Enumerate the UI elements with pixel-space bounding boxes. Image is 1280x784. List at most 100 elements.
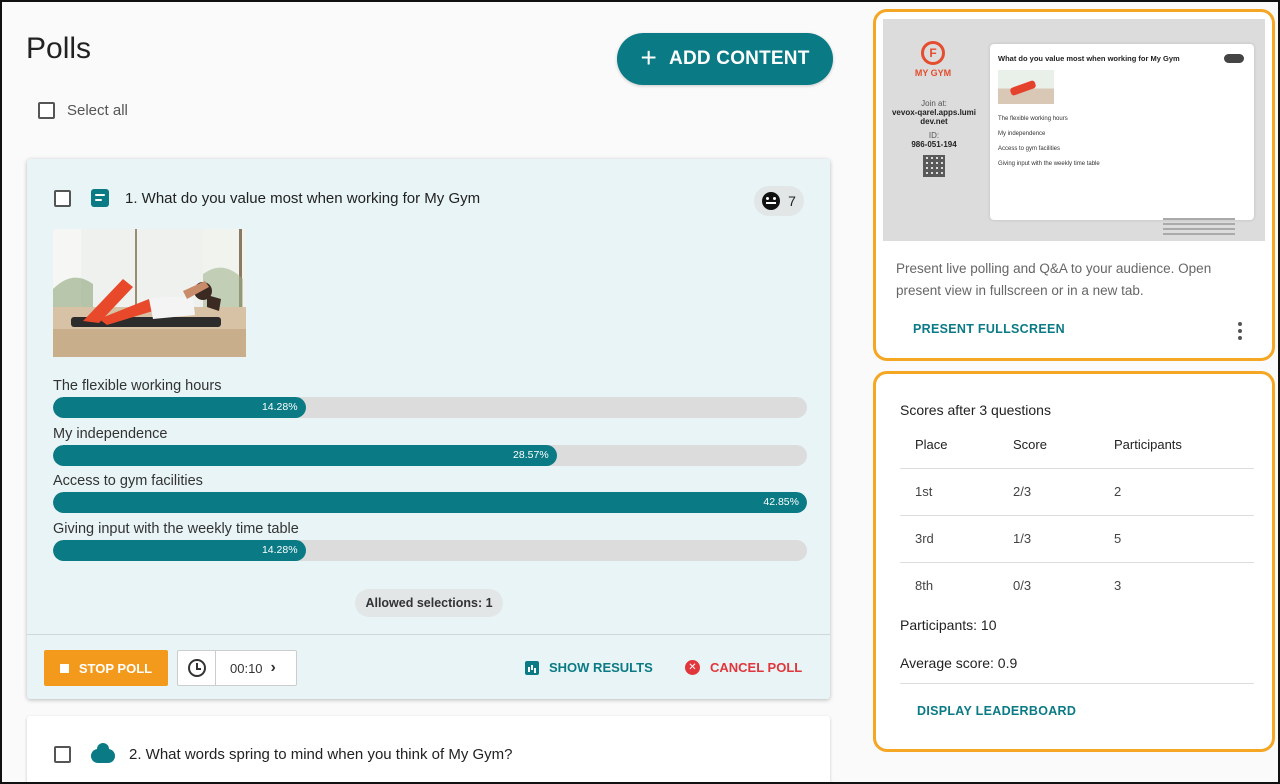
cancel-poll-label: CANCEL POLL bbox=[710, 660, 803, 675]
response-count: 7 bbox=[788, 193, 796, 209]
table-row: 3rd 1/3 5 bbox=[900, 515, 1254, 563]
poll-footer: STOP POLL 00:10 › SHOW RESULTS ✕ CANCEL … bbox=[27, 634, 830, 699]
poll-checkbox[interactable] bbox=[54, 745, 71, 763]
poll-title[interactable]: 2. What words spring to mind when you th… bbox=[129, 746, 513, 763]
participants-cell: 3 bbox=[1114, 578, 1122, 594]
stop-poll-button[interactable]: STOP POLL bbox=[44, 650, 168, 686]
divider bbox=[900, 683, 1254, 684]
scores-table: Place Score Participants 1st 2/3 2 3rd 1… bbox=[900, 422, 1254, 609]
chevron-right-icon: › bbox=[270, 659, 276, 676]
scores-title: Scores after 3 questions bbox=[900, 402, 1051, 418]
poll-header: 1. What do you value most when working f… bbox=[54, 189, 480, 207]
show-results-label: SHOW RESULTS bbox=[549, 660, 653, 675]
present-fullscreen-button[interactable]: PRESENT FULLSCREEN bbox=[913, 322, 1065, 336]
poll-image bbox=[53, 229, 246, 357]
bar-chart-icon bbox=[525, 660, 539, 675]
poll-option-3: Access to gym facilities 42.85% bbox=[53, 473, 807, 513]
participants-total: Participants: 10 bbox=[900, 617, 997, 633]
table-row: 1st 2/3 2 bbox=[900, 468, 1254, 516]
option-percent: 14.28% bbox=[261, 544, 298, 556]
column-header: Participants bbox=[1099, 422, 1254, 469]
poll-card-2: 2. What words spring to mind when you th… bbox=[27, 716, 830, 782]
present-card: F MY GYM Join at: vevox-qarel.apps.lumid… bbox=[873, 9, 1275, 361]
more-options-icon[interactable] bbox=[1238, 322, 1242, 340]
logo-text: MY GYM bbox=[914, 68, 952, 78]
poll-timer[interactable]: 00:10 › bbox=[177, 650, 297, 686]
option-percent: 28.57% bbox=[513, 449, 549, 461]
select-all[interactable]: Select all bbox=[38, 102, 128, 119]
response-count-badge: 7 bbox=[754, 186, 804, 216]
option-bar: 14.28% bbox=[53, 540, 807, 561]
score-cell: 1/3 bbox=[998, 515, 1099, 563]
slide-title: What do you value most when working for … bbox=[998, 54, 1180, 63]
average-score: Average score: 0.9 bbox=[900, 655, 1018, 671]
present-description: Present live polling and Q&A to your aud… bbox=[896, 261, 1212, 298]
cancel-poll-button[interactable]: ✕ CANCEL POLL bbox=[685, 660, 802, 675]
participant-icon bbox=[762, 192, 781, 210]
add-content-label: ADD CONTENT bbox=[669, 48, 810, 69]
option-bar-fill: 14.28% bbox=[53, 540, 306, 561]
option-label: Access to gym facilities bbox=[53, 473, 203, 489]
slide-option: Access to gym facilities bbox=[998, 146, 1061, 152]
poll-option-1: The flexible working hours 14.28% bbox=[53, 378, 807, 418]
page-title: Polls bbox=[26, 32, 92, 65]
qr-code-icon bbox=[923, 154, 945, 177]
app-frame: Polls + ADD CONTENT Select all 1. What d… bbox=[0, 0, 1280, 784]
option-percent: 14.28% bbox=[261, 401, 298, 413]
kettlebell-icon: F bbox=[921, 41, 945, 65]
timer-clock-button[interactable] bbox=[178, 651, 216, 685]
scores-card: Scores after 3 questions Place Score Par… bbox=[873, 371, 1275, 752]
table-row: 8th 0/3 3 bbox=[900, 562, 1254, 609]
join-label: Join at: bbox=[921, 99, 947, 108]
word-cloud-icon bbox=[91, 743, 115, 763]
poll-option-4: Giving input with the weekly time table … bbox=[53, 521, 807, 561]
slide-image bbox=[998, 70, 1054, 104]
select-all-checkbox[interactable] bbox=[38, 102, 55, 119]
present-preview[interactable]: F MY GYM Join at: vevox-qarel.apps.lumid… bbox=[883, 19, 1265, 241]
slide-option: Giving input with the weekly time table bbox=[998, 161, 1100, 167]
add-content-button[interactable]: + ADD CONTENT bbox=[617, 33, 833, 85]
poll-header: 2. What words spring to mind when you th… bbox=[54, 743, 513, 763]
place-cell: 1st bbox=[900, 468, 998, 516]
timer-value: 00:10 bbox=[230, 660, 263, 676]
close-circle-icon: ✕ bbox=[685, 660, 700, 675]
stop-poll-label: STOP POLL bbox=[78, 660, 153, 676]
option-label: Giving input with the weekly time table bbox=[53, 521, 299, 537]
id-label: ID: bbox=[928, 130, 940, 140]
preview-footer-lines bbox=[1163, 215, 1253, 235]
option-bar: 14.28% bbox=[53, 397, 807, 418]
option-bar: 42.85% bbox=[53, 492, 807, 513]
place-cell: 3rd bbox=[900, 515, 998, 563]
poll-checkbox[interactable] bbox=[54, 189, 71, 207]
id-value: 986-051-194 bbox=[911, 139, 957, 149]
option-percent: 42.85% bbox=[763, 496, 799, 508]
slide-option: The flexible working hours bbox=[998, 116, 1068, 122]
slide-preview: What do you value most when working for … bbox=[990, 44, 1254, 220]
multiple-choice-icon bbox=[91, 189, 109, 207]
column-header: Score bbox=[998, 422, 1099, 469]
option-bar-fill: 42.85% bbox=[53, 492, 807, 513]
option-label: My independence bbox=[53, 426, 168, 442]
participants-cell: 2 bbox=[1099, 468, 1254, 516]
option-bar-fill: 28.57% bbox=[53, 445, 557, 466]
option-label: The flexible working hours bbox=[53, 378, 222, 394]
allowed-selections-badge: Allowed selections: 1 bbox=[355, 589, 503, 617]
column-header: Place bbox=[900, 422, 998, 469]
poll-card-1: 1. What do you value most when working f… bbox=[27, 159, 830, 699]
option-bar: 28.57% bbox=[53, 445, 807, 466]
polls-panel: Polls + ADD CONTENT Select all 1. What d… bbox=[4, 4, 852, 782]
display-leaderboard-button[interactable]: DISPLAY LEADERBOARD bbox=[917, 704, 1076, 718]
poll-title[interactable]: 1. What do you value most when working f… bbox=[125, 190, 480, 207]
show-results-button[interactable]: SHOW RESULTS bbox=[525, 660, 653, 675]
gym-logo: F MY GYM bbox=[913, 41, 953, 78]
toggle-icon bbox=[1224, 54, 1244, 63]
clock-icon bbox=[187, 659, 206, 677]
poll-option-2: My independence 28.57% bbox=[53, 426, 807, 466]
plus-icon: + bbox=[640, 41, 658, 73]
join-info: Join at: vevox-qarel.apps.lumidev.net ID… bbox=[891, 99, 977, 177]
option-bar-fill: 14.28% bbox=[53, 397, 306, 418]
join-url: vevox-qarel.apps.lumidev.net bbox=[891, 108, 977, 127]
slide-option: My independence bbox=[998, 131, 1046, 137]
stop-icon bbox=[59, 663, 69, 673]
score-cell: 2/3 bbox=[998, 468, 1099, 516]
